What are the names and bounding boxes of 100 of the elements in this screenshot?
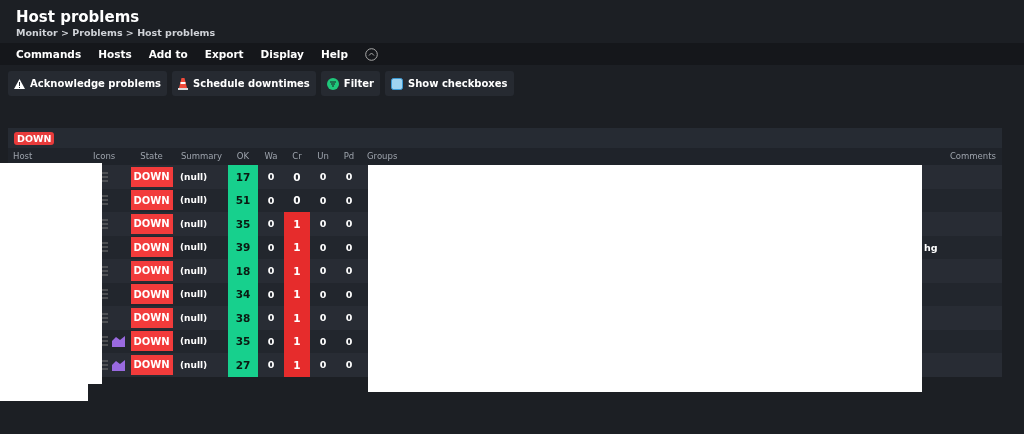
table-cell-text: 0 xyxy=(344,264,354,279)
table-cell-text: (null) xyxy=(179,311,209,325)
table-cell-text: 0 xyxy=(344,287,354,302)
state-badge: DOWN xyxy=(130,307,173,328)
table-cell-text: 0 xyxy=(292,169,302,185)
table-cell-text: 0 xyxy=(344,193,354,208)
menu-icon[interactable] xyxy=(102,336,108,347)
graph-icon[interactable] xyxy=(112,358,125,371)
table-cell-text: 0 xyxy=(344,358,354,373)
table-cell: 1 xyxy=(284,353,310,377)
table-cell-text: 0 xyxy=(344,170,354,185)
table-cell-text: 0 xyxy=(266,217,276,232)
table-cell-text: 0 xyxy=(318,334,328,349)
menu-icon[interactable] xyxy=(102,195,108,206)
state-badge: DOWN xyxy=(130,354,173,375)
column-header[interactable]: Pd xyxy=(336,148,362,165)
table-cell-text: 0 xyxy=(266,334,276,349)
group-badge: DOWN xyxy=(14,131,55,145)
state-badge: DOWN xyxy=(130,237,173,258)
table-cell: 34 xyxy=(228,282,258,306)
table-cell-text: (null) xyxy=(179,217,209,231)
menu-item[interactable]: Display xyxy=(260,48,304,60)
table-cell-text: 0 xyxy=(344,217,354,232)
table-cell-text: (null) xyxy=(179,358,209,372)
menu-item[interactable]: Commands xyxy=(16,48,82,60)
collapse-icon[interactable] xyxy=(364,47,378,61)
table-cell: 35 xyxy=(228,212,258,236)
column-header[interactable]: Icons xyxy=(88,148,128,165)
table-cell-text: 0 xyxy=(318,240,328,255)
graph-icon[interactable] xyxy=(112,335,125,348)
table-cell: 35 xyxy=(228,329,258,353)
table-cell: 38 xyxy=(228,306,258,330)
menu-item[interactable]: Help xyxy=(320,48,348,60)
menu-icon[interactable] xyxy=(102,242,108,253)
table-cell-text: 0 xyxy=(266,264,276,279)
table-cell: 1 xyxy=(284,235,310,259)
table-cell-text: 0 xyxy=(318,287,328,302)
table-cell-text: (null) xyxy=(179,335,209,349)
table-cell: 51 xyxy=(228,188,258,212)
table-cell-text: 0 xyxy=(318,193,328,208)
table-cell-text: 0 xyxy=(318,358,328,373)
table-cell: 17 xyxy=(228,165,258,189)
table-cell-text: 0 xyxy=(318,217,328,232)
table-cell-text: 0 xyxy=(266,311,276,326)
toolbar-button[interactable]: Acknowledge problems xyxy=(8,71,168,96)
table-cell-text: (null) xyxy=(179,264,209,278)
state-badge: DOWN xyxy=(130,213,173,234)
column-header[interactable]: OK xyxy=(228,148,258,165)
table-cell-text: 0 xyxy=(344,334,354,349)
toolbar-button[interactable]: Filter xyxy=(320,71,380,96)
table-cell-text: 0 xyxy=(266,287,276,302)
column-header[interactable]: Comments xyxy=(922,148,1002,165)
menu-icon[interactable] xyxy=(102,312,108,323)
menu-icon[interactable] xyxy=(102,218,108,229)
menu-item[interactable]: Export xyxy=(204,48,244,60)
state-badge: DOWN xyxy=(130,284,173,305)
menu-icon[interactable] xyxy=(102,265,108,276)
traffic-cone-icon xyxy=(178,77,189,90)
table-cell-text: 0 xyxy=(344,240,354,255)
table-cell-text: (null) xyxy=(179,194,209,208)
menu-item[interactable]: Add to xyxy=(148,48,188,60)
toolbar-button[interactable]: Show checkboxes xyxy=(385,71,514,96)
column-header[interactable]: Wa xyxy=(258,148,284,165)
comment-text: hg xyxy=(924,241,938,253)
table-cell-text: 0 xyxy=(344,311,354,326)
breadcrumb: Monitor > Problems > Host problems xyxy=(16,27,217,38)
table-cell-text: 0 xyxy=(318,311,328,326)
menu-icon[interactable] xyxy=(102,171,108,182)
menu-item[interactable]: Hosts xyxy=(98,48,132,60)
table-cell-text: 0 xyxy=(318,264,328,279)
state-badge: DOWN xyxy=(130,190,173,211)
warning-icon xyxy=(14,78,25,89)
column-header[interactable]: Summary xyxy=(175,148,228,165)
menu-icon[interactable] xyxy=(102,289,108,300)
column-header[interactable]: Cr xyxy=(284,148,310,165)
checkbox-icon xyxy=(391,77,403,90)
table-cell-text: (null) xyxy=(179,241,209,255)
menu-icon[interactable] xyxy=(102,359,108,370)
table-cell-text: 0 xyxy=(266,240,276,255)
column-header[interactable]: Un xyxy=(310,148,336,165)
table-cell-text: (null) xyxy=(179,170,209,184)
table-cell: 1 xyxy=(284,259,310,283)
filter-icon xyxy=(326,77,339,90)
table-cell-text: (null) xyxy=(179,288,209,302)
column-header[interactable]: State xyxy=(128,148,175,165)
table-cell: 1 xyxy=(284,212,310,236)
table-cell: 1 xyxy=(284,306,310,330)
state-badge: DOWN xyxy=(130,260,173,281)
table-cell: 39 xyxy=(228,235,258,259)
table-cell: 27 xyxy=(228,353,258,377)
column-header[interactable]: Host xyxy=(8,148,88,165)
column-header[interactable]: Groups xyxy=(362,148,922,165)
table-cell-text: 0 xyxy=(266,193,276,208)
toolbar-button[interactable]: Schedule downtimes xyxy=(172,71,316,96)
table-cell-text: 0 xyxy=(266,170,276,185)
page-title: Host problems xyxy=(16,8,141,26)
table-cell-text: 0 xyxy=(292,193,302,209)
state-badge: DOWN xyxy=(130,331,173,352)
table-cell: 1 xyxy=(284,282,310,306)
table-cell: 1 xyxy=(284,329,310,353)
